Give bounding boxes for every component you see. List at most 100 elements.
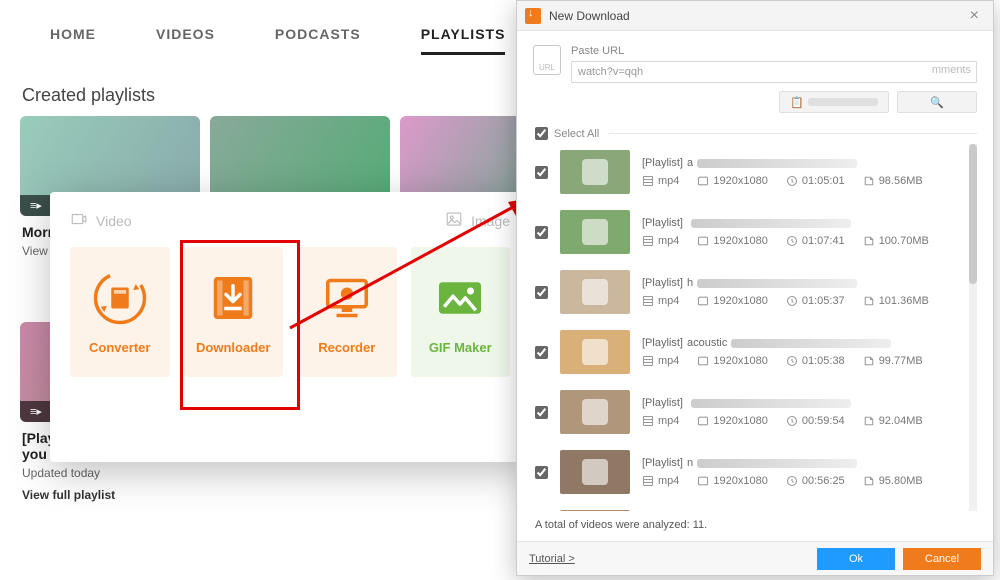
item-title-blur [697,459,857,468]
item-title-blur [691,219,851,228]
duration-icon [786,235,798,247]
tool-gif-maker[interactable]: GIF Maker [411,247,511,377]
filesize-icon [863,475,875,487]
download-item[interactable]: [Playlist] amp41920x108000:42:3663.04MB [533,504,971,511]
item-format: mp4 [658,295,679,307]
gif-maker-icon [432,270,488,326]
item-checkbox[interactable] [535,166,548,179]
item-duration: 00:59:54 [802,415,845,427]
format-icon [642,235,654,247]
download-item[interactable]: [Playlist] acousticmp41920x108001:05:389… [533,324,971,384]
item-thumbnail [560,150,630,194]
item-size: 100.70MB [879,235,929,247]
playlist-updated: Updated today [20,462,200,484]
item-size: 92.04MB [879,415,923,427]
duration-icon [786,415,798,427]
search-icon: 🔍 [930,96,944,109]
resolution-icon [697,235,709,247]
item-thumbnail [560,210,630,254]
item-prefix: [Playlist] [642,397,683,409]
filesize-icon [863,415,875,427]
search-button[interactable]: 🔍 [897,91,977,113]
tool-converter[interactable]: Converter [70,247,170,377]
download-item[interactable]: [Playlist] mp41920x108001:07:41100.70MB [533,204,971,264]
item-resolution: 1920x1080 [713,475,767,487]
item-duration: 01:05:37 [802,295,845,307]
item-resolution: 1920x1080 [713,355,767,367]
item-thumbnail [560,510,630,511]
item-prefix: [Playlist] [642,157,683,169]
item-checkbox[interactable] [535,346,548,359]
download-item[interactable]: [Playlist] nmp41920x108000:56:2595.80MB [533,444,971,504]
item-checkbox[interactable] [535,286,548,299]
item-duration: 01:07:41 [802,235,845,247]
analysis-summary: A total of videos were analyzed: 11. [533,511,977,535]
filesize-icon [863,175,875,187]
tool-label: Downloader [196,340,270,355]
item-thumbnail [560,450,630,494]
dialog-titlebar: New Download × [517,1,993,31]
new-download-dialog: New Download × URL Paste URL mments 📋 🔍 [516,0,994,576]
paste-url-label: Paste URL [571,45,977,57]
select-all-checkbox[interactable] [535,127,548,140]
duration-icon [786,475,798,487]
tab-playlists[interactable]: PLAYLISTS [421,26,506,55]
analyze-button[interactable]: 📋 [779,91,889,113]
playlist-badge-icon: ≡▸ [20,401,52,422]
item-format: mp4 [658,355,679,367]
item-size: 101.36MB [879,295,929,307]
item-checkbox[interactable] [535,406,548,419]
item-resolution: 1920x1080 [713,235,767,247]
filesize-icon [863,295,875,307]
scrollbar-thumb[interactable] [969,144,977,284]
tab-videos[interactable]: VIDEOS [156,26,215,55]
format-icon [642,355,654,367]
tab-home[interactable]: HOME [50,26,96,55]
item-resolution: 1920x1080 [713,415,767,427]
tool-label: Recorder [318,340,375,355]
item-format: mp4 [658,235,679,247]
tools-head-image: Image [471,213,510,229]
item-resolution: 1920x1080 [713,175,767,187]
video-icon [70,210,88,231]
item-title-blur [691,399,851,408]
download-item[interactable]: [Playlist] amp41920x108001:05:0198.56MB [533,144,971,204]
view-full-playlist-link[interactable]: View full playlist [20,484,200,506]
duration-icon [786,355,798,367]
image-icon [445,210,463,231]
url-tail-text: mments [932,64,971,76]
download-item[interactable]: [Playlist] mp4 1920x1080 00:59:54 92.04MB [533,384,971,444]
dialog-title: New Download [549,9,630,23]
item-format: mp4 [658,475,679,487]
item-duration: 00:56:25 [802,475,845,487]
item-duration: 01:05:38 [802,355,845,367]
item-prefix: [Playlist] [642,457,683,469]
item-title-hint: a [687,157,693,169]
resolution-icon [697,475,709,487]
item-format: mp4 [658,415,679,427]
item-duration: 01:05:01 [802,175,845,187]
duration-icon [786,295,798,307]
item-thumbnail [560,390,630,434]
tool-recorder[interactable]: Recorder [297,247,397,377]
cancel-button[interactable]: Cancel [903,548,981,570]
tools-head-video: Video [96,213,132,229]
tool-downloader[interactable]: Downloader [184,247,284,377]
download-items-list[interactable]: [Playlist] a mp4 1920x1080 01:05:01 98.56MB [… [533,144,977,511]
resolution-icon [697,355,709,367]
item-checkbox[interactable] [535,226,548,239]
resolution-icon [697,295,709,307]
item-title-hint: acoustic [687,337,727,349]
ok-button[interactable]: Ok [817,548,895,570]
url-icon: URL [533,45,561,75]
item-title-blur [697,159,857,168]
close-button[interactable]: × [964,7,985,25]
item-title-hint: h [687,277,693,289]
tab-podcasts[interactable]: PODCASTS [275,26,361,55]
download-item[interactable]: [Playlist] hmp41920x108001:05:37101.36MB [533,264,971,324]
item-size: 99.77MB [879,355,923,367]
url-input[interactable] [571,61,977,83]
item-checkbox[interactable] [535,466,548,479]
tutorial-link[interactable]: Tutorial > [529,553,575,565]
item-size: 98.56MB [879,175,923,187]
